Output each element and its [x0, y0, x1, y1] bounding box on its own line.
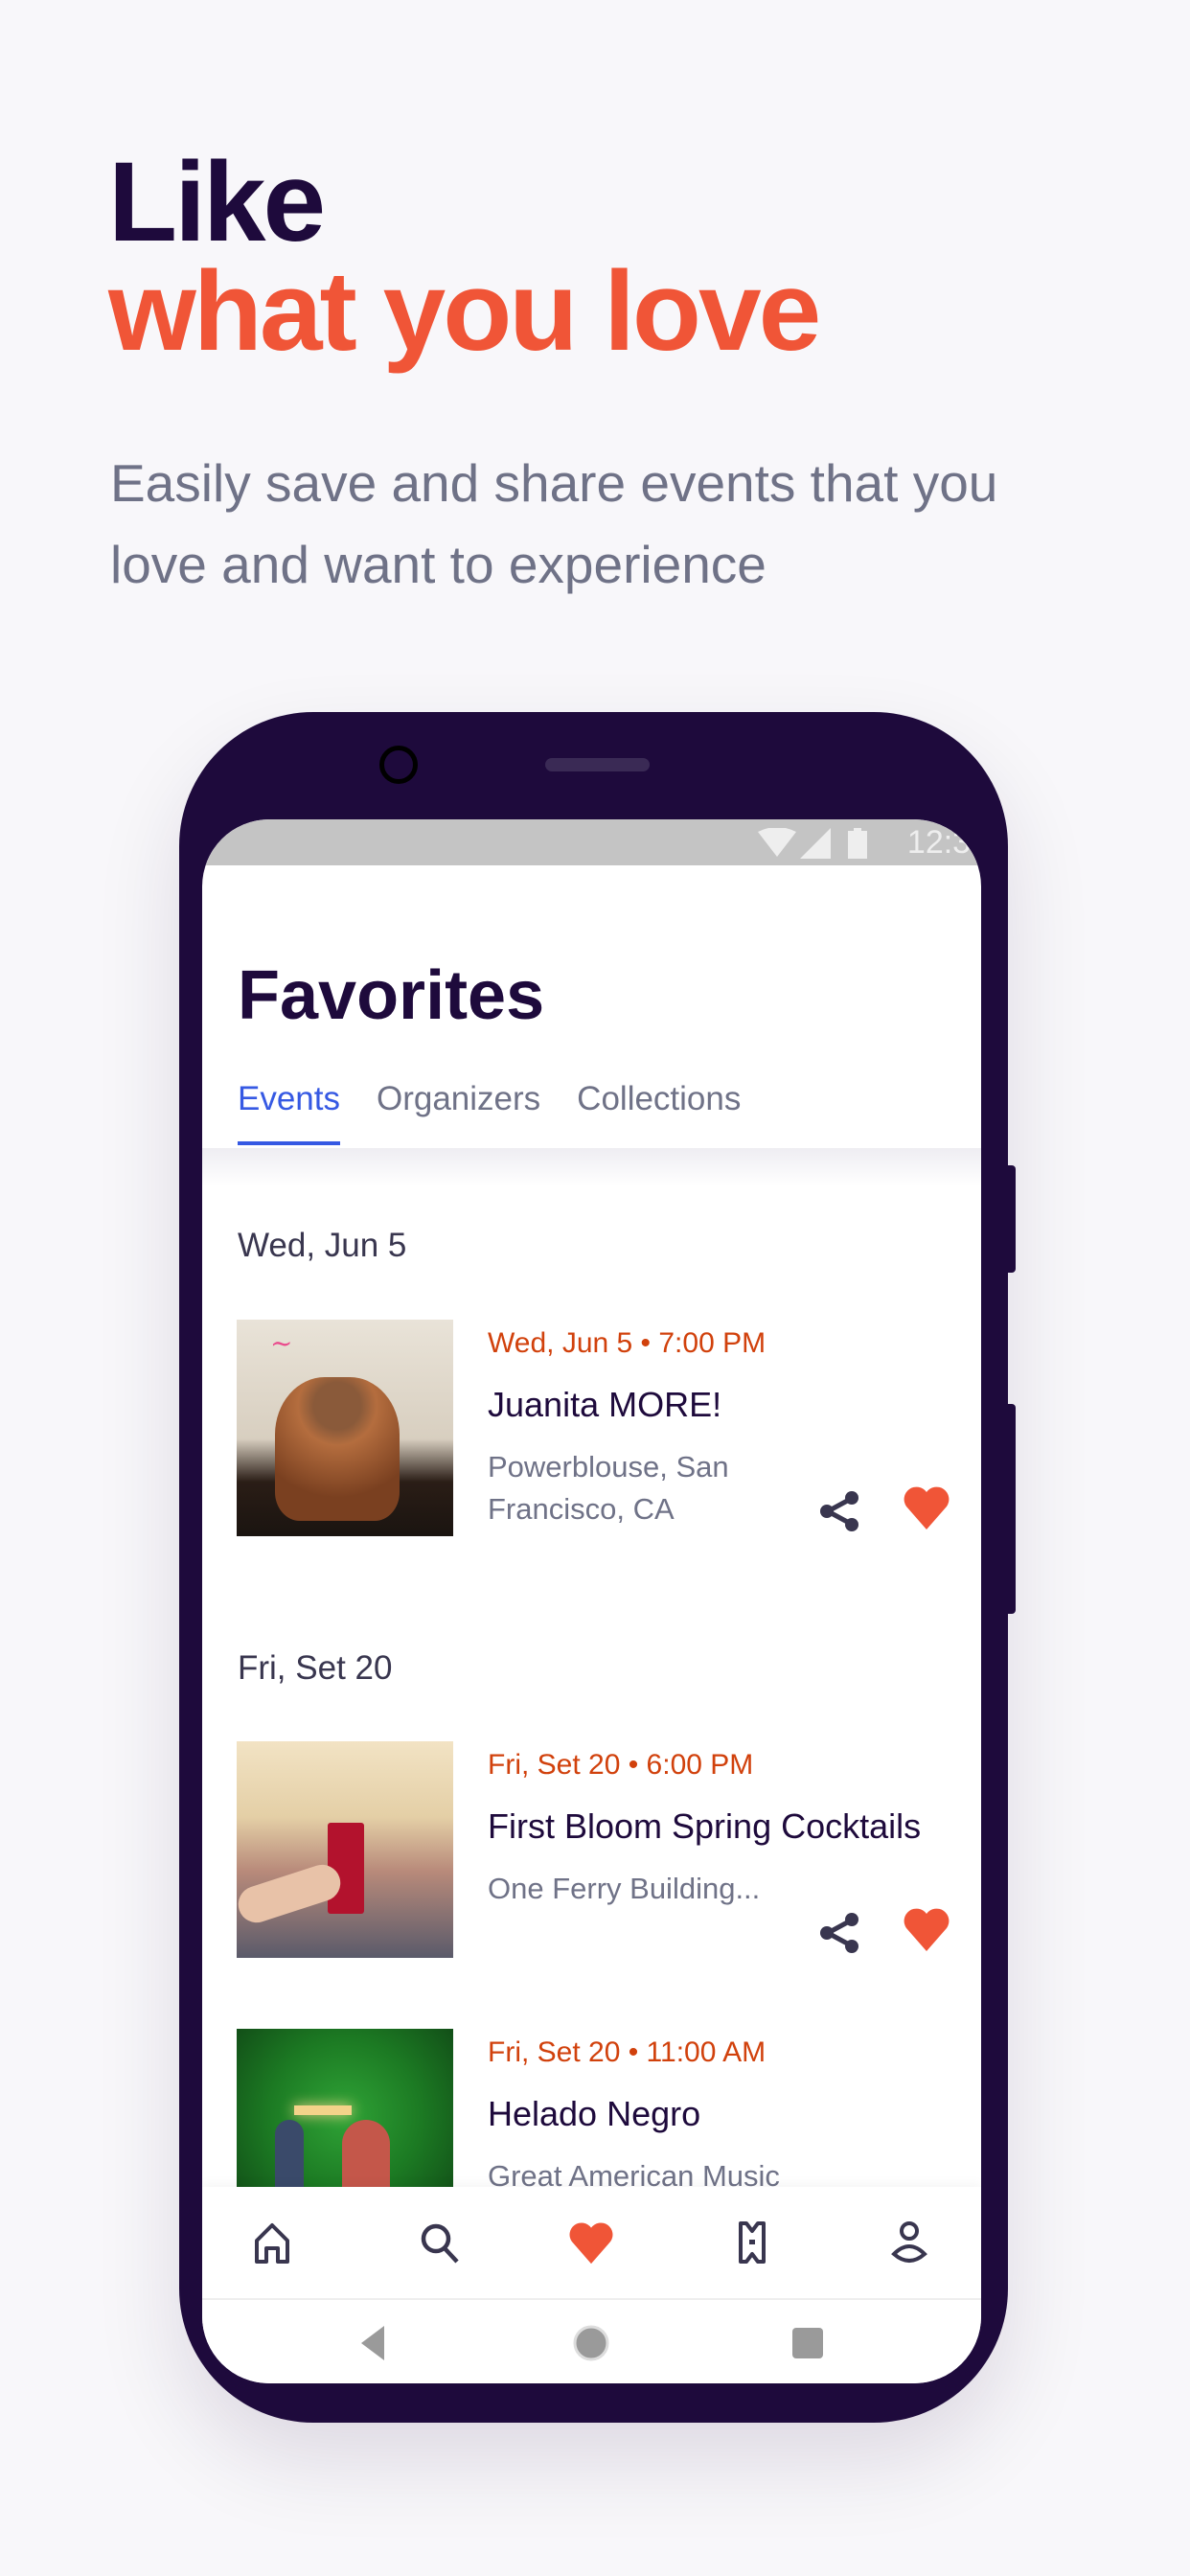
event-venue: One Ferry Building... [488, 1872, 761, 1905]
profile-icon[interactable] [886, 2220, 932, 2266]
hero-line-1: Like [108, 139, 326, 265]
system-nav-bar [202, 2298, 981, 2383]
share-icon[interactable] [816, 1909, 864, 1957]
event-image: ~ [237, 1320, 453, 1536]
event-image [237, 1741, 453, 1958]
home-circle-icon[interactable] [572, 2324, 610, 2362]
bottom-nav [202, 2187, 981, 2298]
heart-icon[interactable] [903, 1907, 950, 1951]
tab-bar: Events Organizers Collections [238, 1080, 741, 1145]
event-datetime: Fri, Set 20 • 6:00 PM [488, 1749, 754, 1781]
status-time: 12:30 [906, 824, 981, 861]
header-divider [202, 1148, 981, 1186]
tab-collections[interactable]: Collections [577, 1080, 741, 1118]
event-card[interactable]: Fri, Set 20 • 6:00 PM First Bloom Spring… [237, 1741, 965, 1962]
event-datetime: Wed, Jun 5 • 7:00 PM [488, 1327, 767, 1359]
share-icon[interactable] [816, 1487, 864, 1535]
date-header: Wed, Jun 5 [238, 1227, 407, 1264]
heart-icon[interactable] [568, 2220, 614, 2266]
hero-line-2: what you love [108, 248, 821, 375]
search-icon[interactable] [417, 2220, 463, 2266]
home-icon[interactable] [249, 2220, 295, 2266]
ticket-icon[interactable] [729, 2220, 775, 2266]
event-title[interactable]: First Bloom Spring Cocktails [488, 1806, 948, 1847]
signal-icon [800, 828, 831, 859]
phone-screen: 12:30 Favorites Events Organizers Collec… [202, 819, 981, 2383]
page-title: Favorites [238, 957, 545, 1034]
hero-subtitle: Easily save and share events that you lo… [110, 453, 998, 594]
heart-icon[interactable] [903, 1485, 950, 1530]
recents-icon[interactable] [789, 2324, 827, 2362]
back-icon[interactable] [355, 2324, 394, 2362]
power-button [1006, 1404, 1016, 1614]
event-card[interactable]: ~ Wed, Jun 5 • 7:00 PM Juanita MORE! Pow… [237, 1320, 965, 1540]
event-title[interactable]: Helado Negro [488, 2094, 948, 2134]
event-datetime: Fri, Set 20 • 11:00 AM [488, 2036, 767, 2068]
wifi-icon [758, 828, 796, 857]
tab-organizers[interactable]: Organizers [377, 1080, 540, 1118]
battery-icon [848, 828, 867, 859]
tab-events[interactable]: Events [238, 1080, 340, 1145]
date-header: Fri, Set 20 [238, 1649, 393, 1687]
camera-icon [379, 746, 418, 784]
status-bar: 12:30 [202, 819, 981, 865]
event-venue: Powerblouse, San Francisco, CA [488, 1450, 729, 1526]
event-title[interactable]: Juanita MORE! [488, 1385, 948, 1425]
speaker-grille [545, 758, 650, 771]
volume-button [1006, 1165, 1016, 1273]
